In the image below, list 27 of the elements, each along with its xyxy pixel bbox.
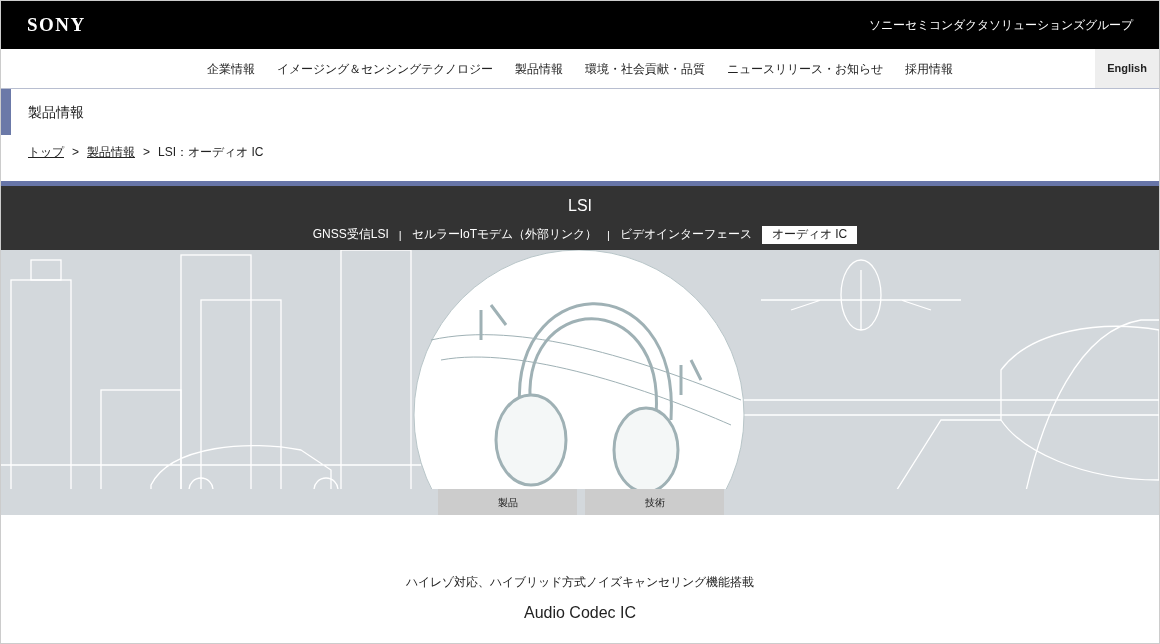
nav-link[interactable]: ニュースリリース・お知らせ: [716, 59, 894, 78]
product-title: Audio Codec IC: [523, 604, 637, 621]
nav-link[interactable]: 製品情報: [504, 59, 574, 78]
nav-link[interactable]: イメージング＆センシングテクノロジー: [266, 59, 504, 78]
nav-link[interactable]: 環境・社会貢献・品質: [574, 59, 716, 78]
nav-link[interactable]: 採用情報: [894, 59, 964, 78]
breadcrumb-link[interactable]: トップ: [28, 143, 64, 161]
page-title: 製品情報: [28, 102, 84, 122]
tagline: ハイレゾ対応、ハイブリッド方式ノイズキャンセリング機能搭載: [406, 575, 754, 589]
category-button[interactable]: 技術: [585, 489, 724, 515]
breadcrumb-current: LSI：オーディオ IC: [158, 144, 264, 161]
tab-separator: |: [398, 227, 402, 243]
tab-separator: |: [607, 227, 610, 243]
language-button[interactable]: English: [1095, 49, 1159, 88]
breadcrumb-link[interactable]: 製品情報: [87, 143, 135, 161]
breadcrumb-separator: >: [72, 144, 79, 161]
breadcrumb-separator: >: [143, 144, 151, 161]
category-button[interactable]: 製品: [438, 489, 577, 515]
category-tab[interactable]: ビデオインターフェース: [609, 226, 762, 244]
group-name: ソニーセミコンダクタソリューションズグループ: [869, 17, 1133, 34]
accent-bar: [1, 89, 11, 135]
logo[interactable]: SONY: [27, 10, 86, 40]
nav-link[interactable]: 企業情報: [196, 59, 266, 78]
category-tab[interactable]: オーディオ IC: [761, 226, 858, 244]
category-tab[interactable]: セルラーIoTモデム（外部リンク）: [401, 226, 607, 244]
section-title: LSI: [568, 197, 592, 214]
category-tab[interactable]: GNSS受信LSI: [302, 226, 399, 244]
